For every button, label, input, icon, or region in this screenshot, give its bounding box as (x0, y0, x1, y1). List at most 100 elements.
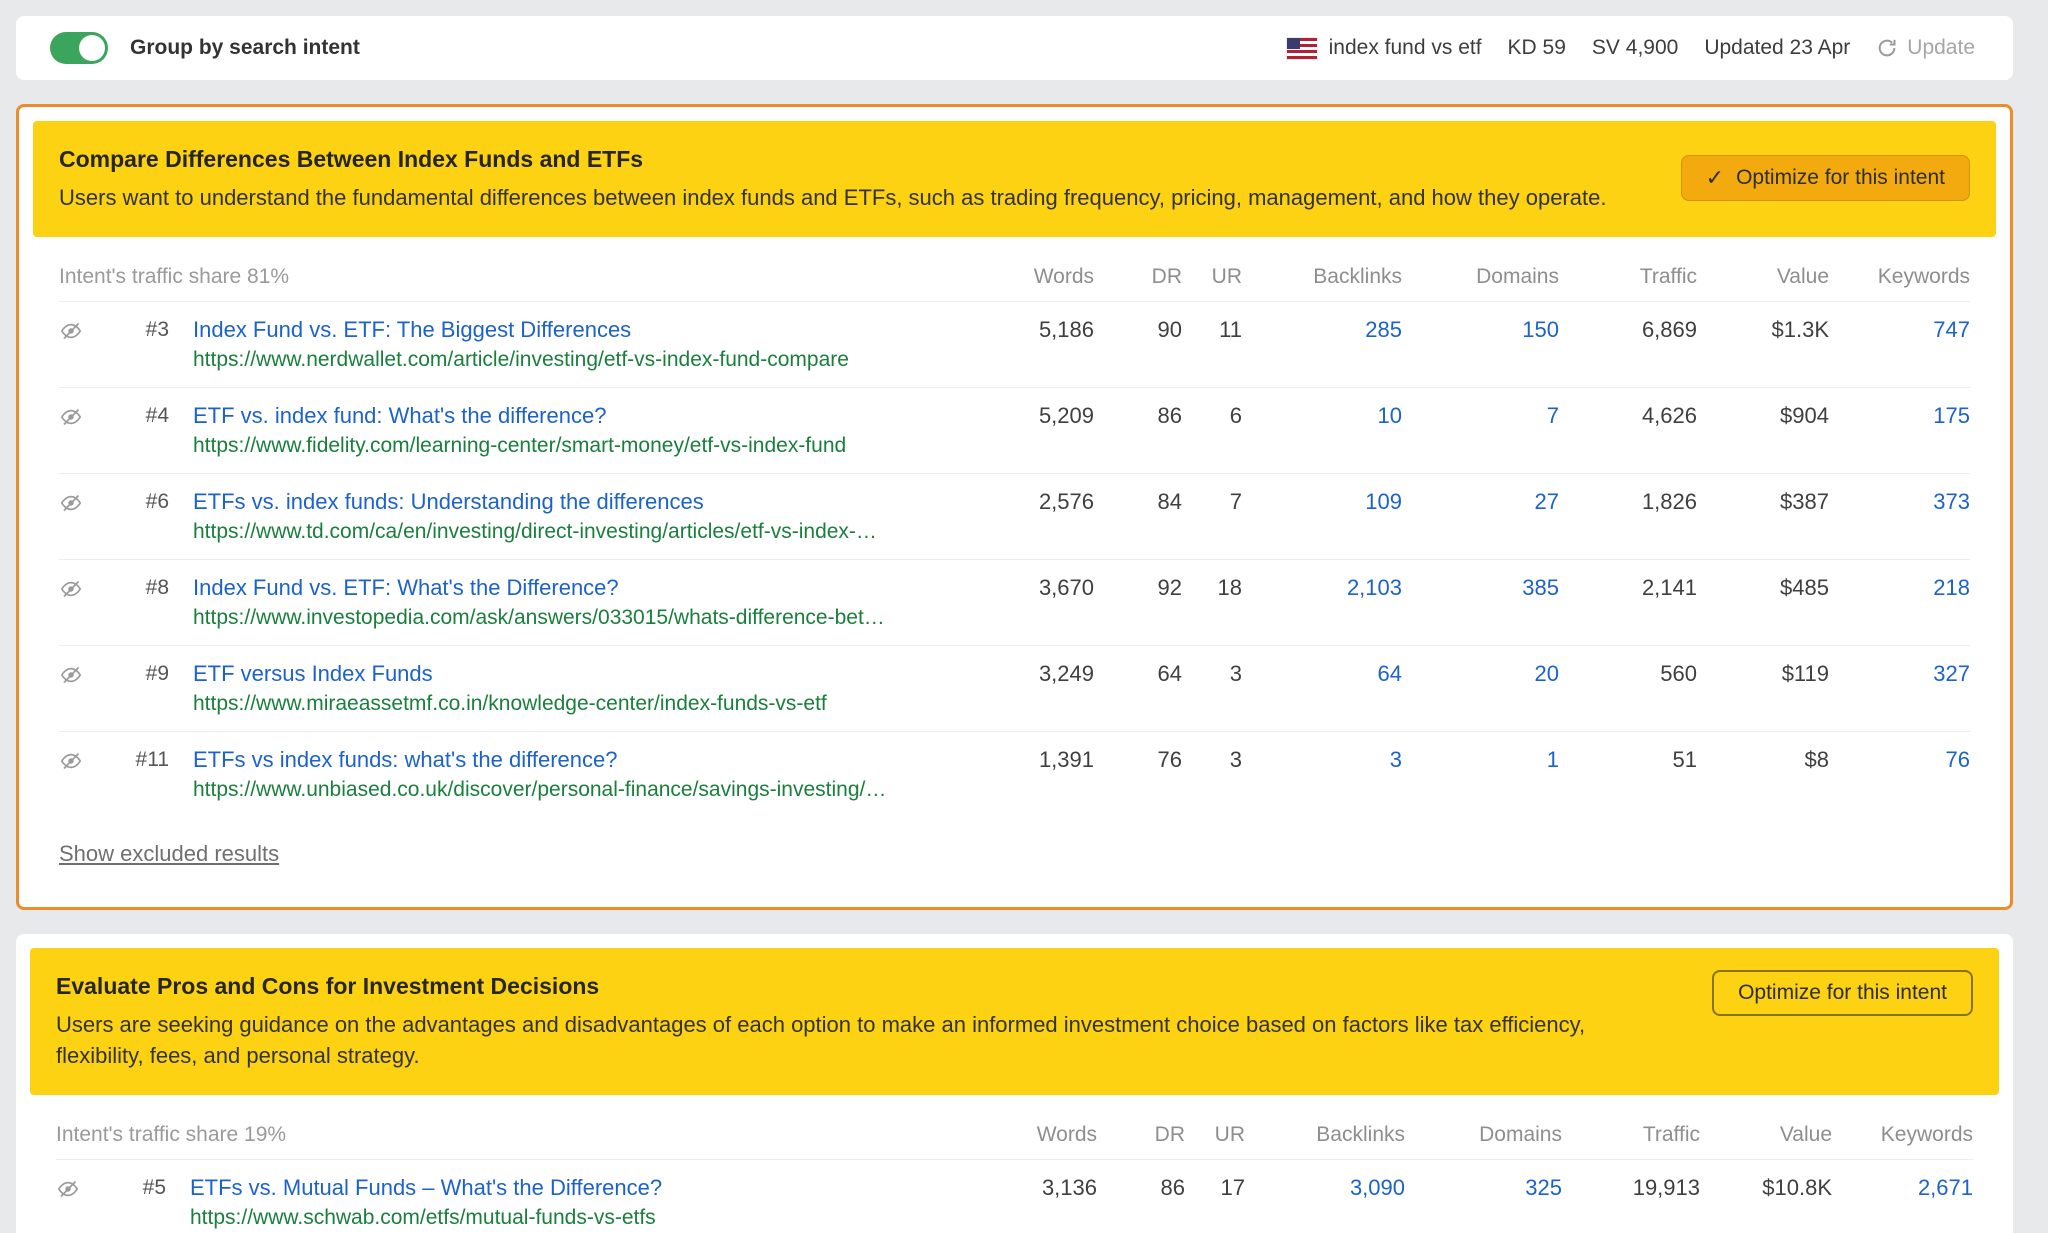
domains-link[interactable]: 385 (1402, 573, 1559, 603)
eye-off-icon (59, 319, 83, 343)
result-title-cell: ETF versus Index Funds https://www.mirae… (169, 659, 974, 719)
result-title-link[interactable]: Index Fund vs. ETF: The Biggest Differen… (193, 315, 974, 345)
update-button[interactable]: Update (1876, 36, 1975, 60)
refresh-icon (1876, 37, 1898, 59)
hide-result-button[interactable] (59, 401, 103, 432)
words-value: 3,670 (974, 573, 1094, 603)
words-value: 3,249 (974, 659, 1094, 689)
result-url-link[interactable]: https://www.miraeassetmf.co.in/knowledge… (193, 689, 974, 719)
result-url-link[interactable]: https://www.schwab.com/etfs/mutual-funds… (190, 1203, 977, 1233)
words-value: 5,209 (974, 401, 1094, 431)
backlinks-link[interactable]: 285 (1242, 315, 1402, 345)
result-title-link[interactable]: ETF versus Index Funds (193, 659, 974, 689)
backlinks-link[interactable]: 109 (1242, 487, 1402, 517)
hide-result-button[interactable] (59, 659, 103, 690)
result-title-link[interactable]: ETFs vs. index funds: Understanding the … (193, 487, 974, 517)
ur-value: 18 (1182, 573, 1242, 603)
result-title-cell: Index Fund vs. ETF: The Biggest Differen… (169, 315, 974, 375)
hide-result-button[interactable] (59, 487, 103, 518)
value-value: $10.8K (1700, 1173, 1832, 1203)
hide-result-button[interactable] (59, 573, 103, 604)
intent-title: Evaluate Pros and Cons for Investment De… (56, 970, 1664, 1002)
updated-date: Updated 23 Apr (1704, 36, 1850, 60)
hide-result-button[interactable] (56, 1173, 100, 1204)
hide-result-button[interactable] (59, 315, 103, 346)
result-url-link[interactable]: https://www.investopedia.com/ask/answers… (193, 603, 974, 633)
result-title-cell: ETFs vs. Mutual Funds – What's the Diffe… (166, 1173, 977, 1233)
result-row: #8 Index Fund vs. ETF: What's the Differ… (59, 559, 1970, 645)
words-value: 3,136 (977, 1173, 1097, 1203)
ur-value: 3 (1182, 745, 1242, 775)
domains-link[interactable]: 325 (1405, 1173, 1562, 1203)
result-url-link[interactable]: https://www.td.com/ca/en/investing/direc… (193, 517, 974, 547)
value-value: $8 (1697, 745, 1829, 775)
value-value: $387 (1697, 487, 1829, 517)
results-table: Intent's traffic share 19% Words DR UR B… (30, 1095, 1999, 1233)
result-rank: #5 (100, 1173, 166, 1203)
eye-off-icon (59, 577, 83, 601)
search-volume: SV 4,900 (1592, 36, 1678, 60)
domains-link[interactable]: 1 (1402, 745, 1559, 775)
intent-header-text: Evaluate Pros and Cons for Investment De… (56, 970, 1664, 1071)
backlinks-link[interactable]: 3,090 (1245, 1173, 1405, 1203)
result-title-link[interactable]: Index Fund vs. ETF: What's the Differenc… (193, 573, 974, 603)
backlinks-link[interactable]: 64 (1242, 659, 1402, 689)
col-header-value: Value (1697, 265, 1829, 289)
col-header-words: Words (977, 1123, 1097, 1147)
ur-value: 3 (1182, 659, 1242, 689)
check-icon: ✓ (1706, 165, 1724, 191)
keywords-link[interactable]: 2,671 (1832, 1173, 1973, 1203)
words-value: 1,391 (974, 745, 1094, 775)
traffic-share-label: Intent's traffic share 19% (56, 1123, 977, 1147)
result-title-link[interactable]: ETF vs. index fund: What's the differenc… (193, 401, 974, 431)
table-header-row: Intent's traffic share 81% Words DR UR B… (59, 243, 1970, 302)
table-rows: #5 ETFs vs. Mutual Funds – What's the Di… (56, 1160, 1973, 1233)
intent-header-text: Compare Differences Between Index Funds … (59, 143, 1633, 213)
backlinks-link[interactable]: 10 (1242, 401, 1402, 431)
result-title-link[interactable]: ETFs vs index funds: what's the differen… (193, 745, 974, 775)
dr-value: 86 (1094, 401, 1182, 431)
eye-off-icon (59, 663, 83, 687)
domains-link[interactable]: 7 (1402, 401, 1559, 431)
optimize-for-intent-button[interactable]: ✓ Optimize for this intent (1681, 155, 1970, 201)
result-row: #11 ETFs vs index funds: what's the diff… (59, 731, 1970, 817)
result-rank: #6 (103, 487, 169, 517)
result-url-link[interactable]: https://www.unbiased.co.uk/discover/pers… (193, 775, 974, 805)
result-title-link[interactable]: ETFs vs. Mutual Funds – What's the Diffe… (190, 1173, 977, 1203)
domains-link[interactable]: 150 (1402, 315, 1559, 345)
domains-link[interactable]: 27 (1402, 487, 1559, 517)
words-value: 2,576 (974, 487, 1094, 517)
result-rank: #8 (103, 573, 169, 603)
keyword-difficulty: KD 59 (1508, 36, 1566, 60)
result-row: #6 ETFs vs. index funds: Understanding t… (59, 473, 1970, 559)
domains-link[interactable]: 20 (1402, 659, 1559, 689)
keywords-link[interactable]: 76 (1829, 745, 1970, 775)
traffic-value: 51 (1559, 745, 1697, 775)
optimize-for-intent-button[interactable]: Optimize for this intent (1712, 970, 1973, 1016)
keyword-item: index fund vs etf (1287, 36, 1482, 60)
col-header-words: Words (974, 265, 1094, 289)
value-value: $1.3K (1697, 315, 1829, 345)
backlinks-link[interactable]: 2,103 (1242, 573, 1402, 603)
col-header-ur: UR (1182, 265, 1242, 289)
result-row: #3 Index Fund vs. ETF: The Biggest Diffe… (59, 302, 1970, 387)
dr-value: 86 (1097, 1173, 1185, 1203)
keywords-link[interactable]: 373 (1829, 487, 1970, 517)
hide-result-button[interactable] (59, 745, 103, 776)
backlinks-link[interactable]: 3 (1242, 745, 1402, 775)
traffic-share-label: Intent's traffic share 81% (59, 265, 974, 289)
ur-value: 6 (1182, 401, 1242, 431)
group-by-search-intent-toggle[interactable] (50, 32, 108, 64)
keywords-link[interactable]: 218 (1829, 573, 1970, 603)
keywords-link[interactable]: 175 (1829, 401, 1970, 431)
result-row: #9 ETF versus Index Funds https://www.mi… (59, 645, 1970, 731)
keywords-link[interactable]: 327 (1829, 659, 1970, 689)
keywords-link[interactable]: 747 (1829, 315, 1970, 345)
col-header-value: Value (1700, 1123, 1832, 1147)
show-excluded-results-link[interactable]: Show excluded results (59, 841, 279, 867)
ur-value: 17 (1185, 1173, 1245, 1203)
eye-off-icon (59, 749, 83, 773)
result-url-link[interactable]: https://www.fidelity.com/learning-center… (193, 431, 974, 461)
intent-description: Users are seeking guidance on the advant… (56, 1009, 1664, 1071)
result-url-link[interactable]: https://www.nerdwallet.com/article/inves… (193, 345, 974, 375)
